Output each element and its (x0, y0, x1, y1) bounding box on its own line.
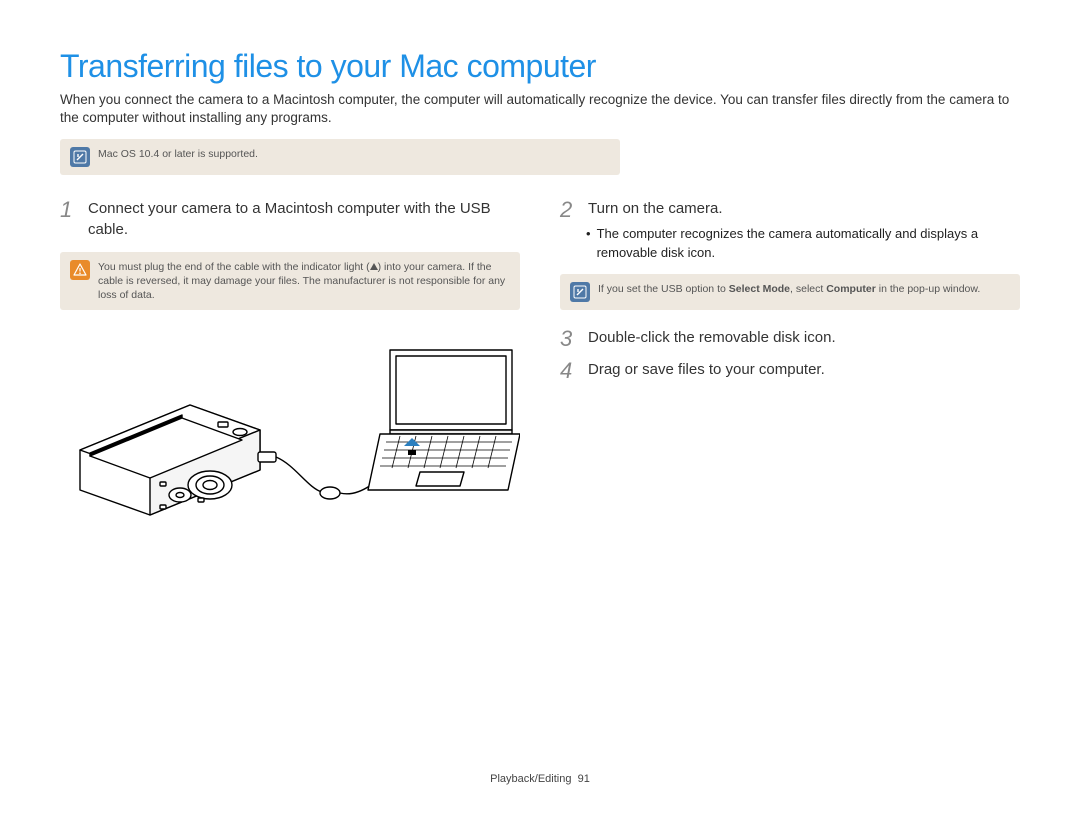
left-column: 1 Connect your camera to a Macintosh com… (60, 199, 520, 540)
right-column: 2 Turn on the camera. The computer recog… (560, 199, 1020, 540)
warning-icon (70, 260, 90, 280)
step-text: Drag or save files to your computer. (588, 360, 825, 382)
step-4: 4 Drag or save files to your computer. (560, 360, 1020, 382)
step-3: 3 Double-click the removable disk icon. (560, 328, 1020, 350)
right-note-box: If you set the USB option to Select Mode… (560, 274, 1020, 310)
step-1: 1 Connect your camera to a Macintosh com… (60, 199, 520, 240)
step-number: 4 (560, 360, 578, 382)
step-2-bullet: The computer recognizes the camera autom… (586, 225, 1020, 261)
step-2: 2 Turn on the camera. (560, 199, 1020, 221)
footer-section: Playback/Editing (490, 773, 571, 785)
top-note-text: Mac OS 10.4 or later is supported. (98, 147, 258, 161)
step-text: Connect your camera to a Macintosh compu… (88, 199, 520, 240)
camera-laptop-illustration (60, 330, 520, 540)
note-icon (570, 282, 590, 302)
page-number: 91 (578, 773, 590, 785)
two-column-layout: 1 Connect your camera to a Macintosh com… (60, 199, 1020, 540)
step-number: 2 (560, 199, 578, 221)
step-text: Turn on the camera. (588, 199, 723, 221)
top-note-box: Mac OS 10.4 or later is supported. (60, 139, 620, 175)
step-number: 3 (560, 328, 578, 350)
right-note-text: If you set the USB option to Select Mode… (598, 282, 980, 296)
step-number: 1 (60, 199, 78, 240)
note-icon (70, 147, 90, 167)
warning-box: You must plug the end of the cable with … (60, 252, 520, 311)
page-footer: Playback/Editing 91 (0, 773, 1080, 785)
page-title: Transferring files to your Mac computer (60, 48, 1020, 85)
warning-text: You must plug the end of the cable with … (98, 260, 510, 303)
intro-text: When you connect the camera to a Macinto… (60, 91, 1020, 127)
triangle-up-icon (370, 263, 378, 270)
step-text: Double-click the removable disk icon. (588, 328, 836, 350)
